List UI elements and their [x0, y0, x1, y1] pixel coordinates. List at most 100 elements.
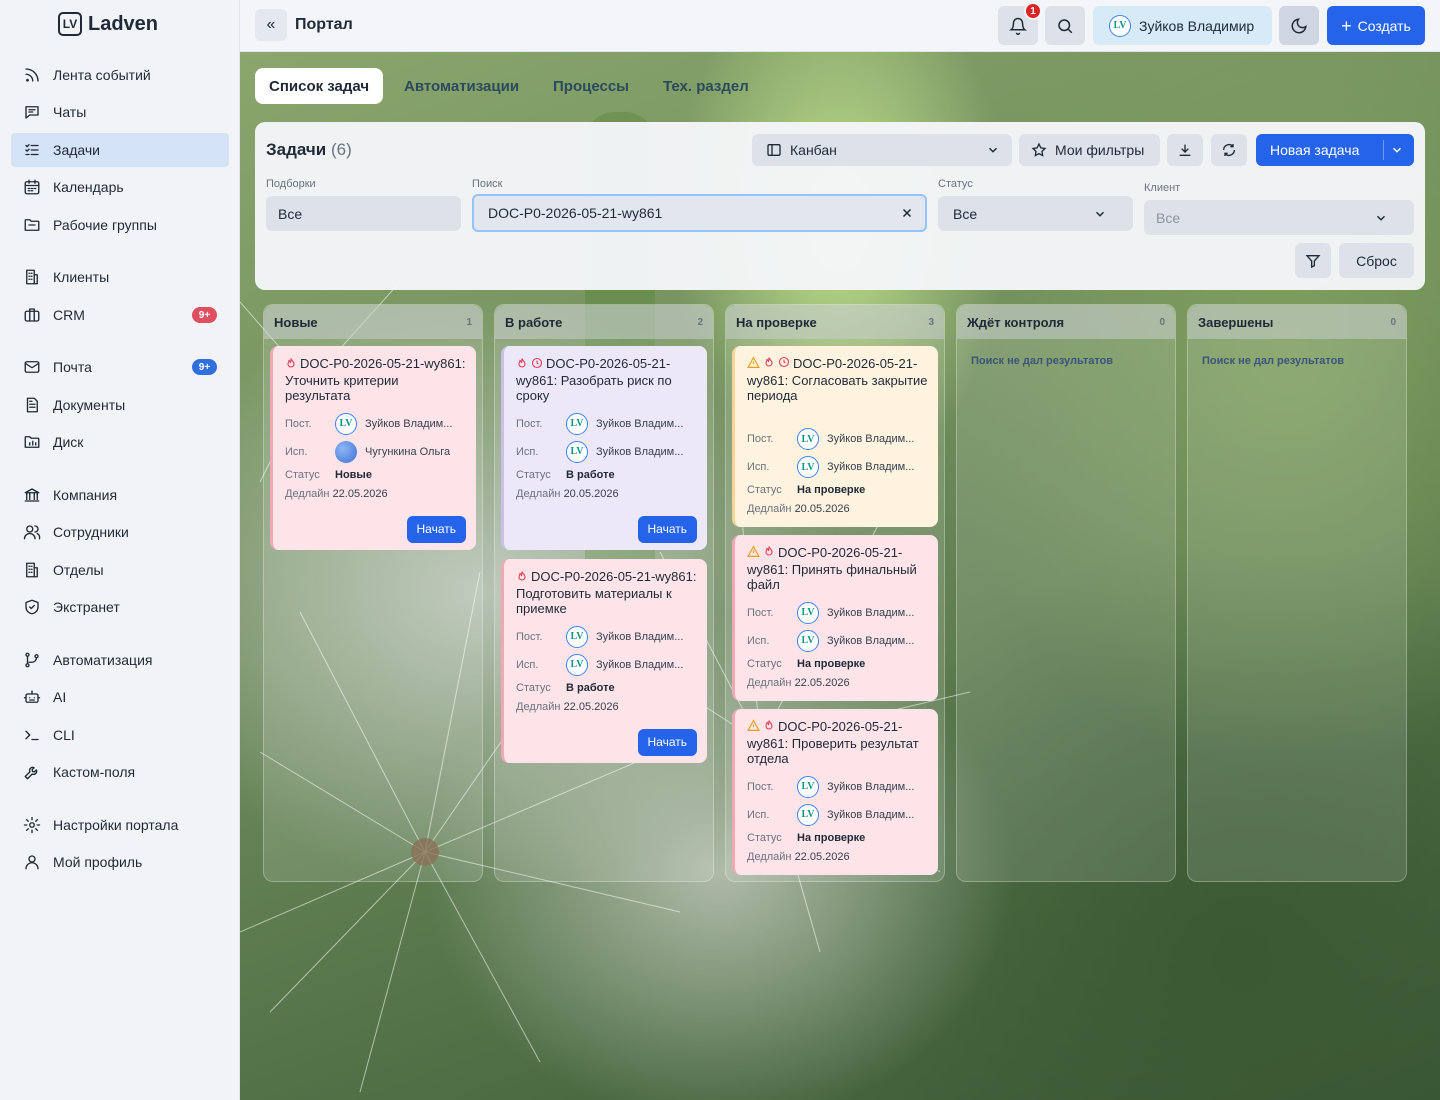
- task-title[interactable]: DOC-P0-2026-05-21-wy861: Подготовить мат…: [516, 569, 698, 617]
- create-button[interactable]: + Создать: [1327, 6, 1425, 45]
- column-count: 3: [928, 317, 934, 328]
- task-card[interactable]: DOC-P0-2026-05-21-wy861: Уточнить критер…: [270, 346, 476, 550]
- status-select[interactable]: Все: [938, 196, 1133, 231]
- deadline-value: 20.05.2026: [794, 503, 850, 515]
- search-button[interactable]: [1045, 6, 1085, 45]
- status-value: На проверке: [797, 657, 866, 670]
- deadline-value: 22.05.2026: [794, 850, 850, 863]
- task-assignee-row: Исп. LV Зуйков Владим...: [747, 456, 914, 478]
- app-logo[interactable]: LV Ladven: [58, 12, 158, 36]
- search-input[interactable]: DOC-P0-2026-05-21-wy861: [472, 194, 927, 232]
- assignee-avatar: LV: [797, 803, 819, 826]
- export-button[interactable]: [1167, 134, 1203, 166]
- task-title[interactable]: DOC-P0-2026-05-21-wy861: Согласовать зак…: [747, 356, 929, 404]
- status-label: Статус: [938, 178, 973, 190]
- tab-processes[interactable]: Процессы: [539, 68, 643, 104]
- author-avatar: LV: [797, 775, 819, 798]
- notifications-button[interactable]: 1: [998, 2, 1042, 45]
- terminal-icon: [23, 726, 41, 744]
- task-title[interactable]: DOC-P0-2026-05-21-wy861: Принять финальн…: [747, 545, 929, 593]
- clear-icon[interactable]: [901, 207, 913, 219]
- sidebar-item-label: Компания: [53, 487, 118, 503]
- status-label: Статус: [747, 484, 782, 496]
- deadline-value: 22.05.2026: [563, 700, 619, 713]
- reset-button[interactable]: Сброс: [1339, 243, 1414, 278]
- user-menu-button[interactable]: LV Зуйков Владимир: [1093, 6, 1272, 45]
- sidebar-item-crm[interactable]: CRM 9+: [11, 298, 229, 332]
- start-task-button[interactable]: Начать: [637, 515, 697, 543]
- tab-automations[interactable]: Автоматизации: [390, 68, 533, 104]
- sidebar-item-my-profile[interactable]: Мой профиль: [11, 845, 229, 879]
- task-card[interactable]: DOC-P0-2026-05-21-wy861: Проверить резул…: [732, 709, 938, 875]
- task-assignee-row: Исп. LV Зуйков Владим...: [516, 440, 683, 463]
- column-empty-message: Поиск не дал результатов: [971, 355, 1114, 367]
- sidebar-item-company[interactable]: Компания: [11, 478, 229, 512]
- notifications-badge: 1: [1024, 2, 1042, 20]
- task-title[interactable]: DOC-P0-2026-05-21-wy861: Уточнить критер…: [285, 356, 467, 404]
- task-deadline-row: Дедлайн 22.05.2026: [516, 701, 619, 713]
- sidebar-item-workgroups[interactable]: Рабочие группы: [11, 208, 229, 242]
- status-value: На проверке: [797, 484, 866, 496]
- sidebar-item-portal-settings[interactable]: Настройки портала: [11, 808, 229, 842]
- task-deadline-row: Дедлайн 20.05.2026: [516, 488, 619, 500]
- sidebar-item-automation[interactable]: Автоматизация: [11, 643, 229, 677]
- sidebar-item-departments[interactable]: Отделы: [11, 553, 229, 587]
- task-card[interactable]: DOC-P0-2026-05-21-wy861: Подготовить мат…: [501, 559, 707, 763]
- new-task-button[interactable]: Новая задача: [1256, 134, 1414, 166]
- sidebar-item-disk[interactable]: Диск: [11, 425, 229, 459]
- task-title[interactable]: DOC-P0-2026-05-21-wy861: Проверить резул…: [747, 719, 929, 767]
- column-header: На проверке 3: [726, 305, 944, 339]
- sidebar-item-ai[interactable]: AI: [11, 680, 229, 714]
- assignee-avatar: LV: [566, 440, 588, 463]
- task-title[interactable]: DOC-P0-2026-05-21-wy861: Разобрать риск …: [516, 356, 698, 404]
- status-label: Статус: [516, 468, 551, 481]
- sidebar-item-label: Почта: [53, 359, 92, 375]
- start-task-button[interactable]: Начать: [637, 728, 697, 756]
- sidebar-item-cli[interactable]: CLI: [11, 718, 229, 752]
- download-icon: [1179, 144, 1191, 156]
- tab-task-list[interactable]: Список задач: [255, 68, 384, 104]
- sidebar-item-calendar[interactable]: Календарь: [11, 170, 229, 204]
- task-deadline-row: Дедлайн 22.05.2026: [285, 488, 388, 500]
- view-select[interactable]: Канбан: [752, 134, 1012, 166]
- column-count: 2: [697, 317, 703, 328]
- sidebar-item-clients[interactable]: Клиенты: [11, 260, 229, 294]
- fire-icon: [285, 357, 297, 373]
- bell-icon: [1009, 17, 1027, 35]
- assignee-avatar: LV: [797, 456, 819, 478]
- sidebar-item-custom-fields[interactable]: Кастом-поля: [11, 755, 229, 789]
- task-card[interactable]: DOC-P0-2026-05-21-wy861: Разобрать риск …: [501, 346, 707, 550]
- logo-icon: LV: [58, 12, 82, 36]
- sidebar-item-mail[interactable]: Почта 9+: [11, 350, 229, 384]
- client-select[interactable]: Все: [1144, 200, 1414, 235]
- sidebar-item-extranet[interactable]: Экстранет: [11, 590, 229, 624]
- refresh-button[interactable]: [1211, 134, 1247, 166]
- search-label: Поиск: [472, 178, 503, 190]
- task-author-row: Пост. LV Зуйков Владим...: [516, 412, 683, 435]
- users-icon: [23, 523, 41, 541]
- refresh-icon: [1223, 144, 1235, 156]
- columns-icon: [767, 144, 781, 156]
- sidebar: LV Ladven Лента событий Чаты Задачи Календа…: [0, 0, 240, 1100]
- my-filters-button[interactable]: Мои фильтры: [1019, 134, 1160, 166]
- chevron-down-icon[interactable]: [1390, 143, 1404, 157]
- sidebar-item-label: CRM: [53, 307, 85, 323]
- collections-select[interactable]: Все: [266, 196, 461, 231]
- task-status-row: Статус В работе: [516, 469, 615, 481]
- rss-icon: [23, 66, 41, 84]
- bank-icon: [23, 486, 41, 504]
- filter-button[interactable]: [1295, 243, 1331, 278]
- sidebar-item-chats[interactable]: Чаты: [11, 95, 229, 129]
- author-avatar: LV: [797, 428, 819, 450]
- tab-tech-section[interactable]: Тех. раздел: [649, 68, 763, 104]
- collapse-sidebar-button[interactable]: «: [255, 9, 287, 41]
- theme-toggle-button[interactable]: [1279, 6, 1319, 45]
- sidebar-item-tasks[interactable]: Задачи: [11, 133, 229, 167]
- sidebar-item-documents[interactable]: Документы: [11, 388, 229, 422]
- sidebar-item-employees[interactable]: Сотрудники: [11, 515, 229, 549]
- start-task-button[interactable]: Начать: [406, 515, 466, 543]
- task-card[interactable]: DOC-P0-2026-05-21-wy861: Принять финальн…: [732, 535, 938, 701]
- task-card[interactable]: DOC-P0-2026-05-21-wy861: Согласовать зак…: [732, 346, 938, 527]
- assignee-avatar: [335, 440, 357, 463]
- sidebar-item-feed[interactable]: Лента событий: [11, 58, 229, 92]
